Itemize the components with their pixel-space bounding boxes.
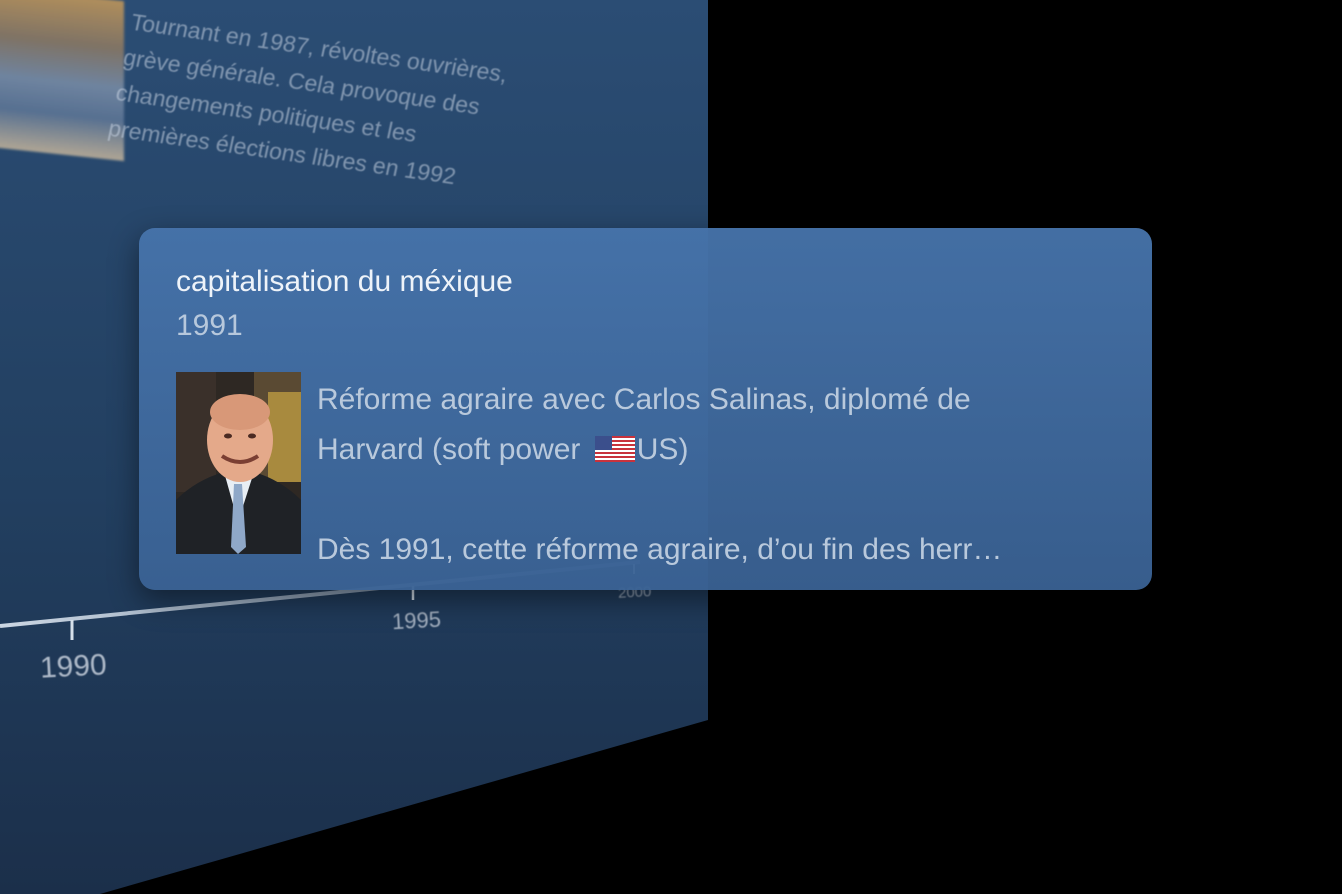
timeline-scene: Tournant en 1987, révoltes ouvrières, gr… bbox=[0, 0, 1342, 894]
description-line-2: Harvard (soft power US) bbox=[317, 425, 1107, 475]
description-line-3: Dès 1991, cette réforme agraire, d’ou fi… bbox=[317, 533, 1003, 566]
event-card[interactable]: capitalisation du méxique 1991 Réforme a… bbox=[139, 228, 1152, 590]
portrait-image bbox=[176, 372, 301, 554]
description-line-2-prefix: Harvard (soft power bbox=[317, 433, 589, 466]
background-event-thumbnail[interactable] bbox=[0, 0, 124, 162]
event-year: 1991 bbox=[176, 309, 243, 342]
event-description: Réforme agraire avec Carlos Salinas, dip… bbox=[317, 375, 1107, 575]
us-flag-icon bbox=[594, 428, 635, 462]
description-line-2-suffix: US) bbox=[636, 433, 689, 466]
description-line-1: Réforme agraire avec Carlos Salinas, dip… bbox=[317, 383, 971, 416]
event-photo[interactable] bbox=[176, 372, 301, 554]
event-title: capitalisation du méxique bbox=[176, 265, 513, 298]
tick-label-1995: 1995 bbox=[391, 606, 442, 635]
tick-label-1990: 1990 bbox=[39, 648, 108, 685]
